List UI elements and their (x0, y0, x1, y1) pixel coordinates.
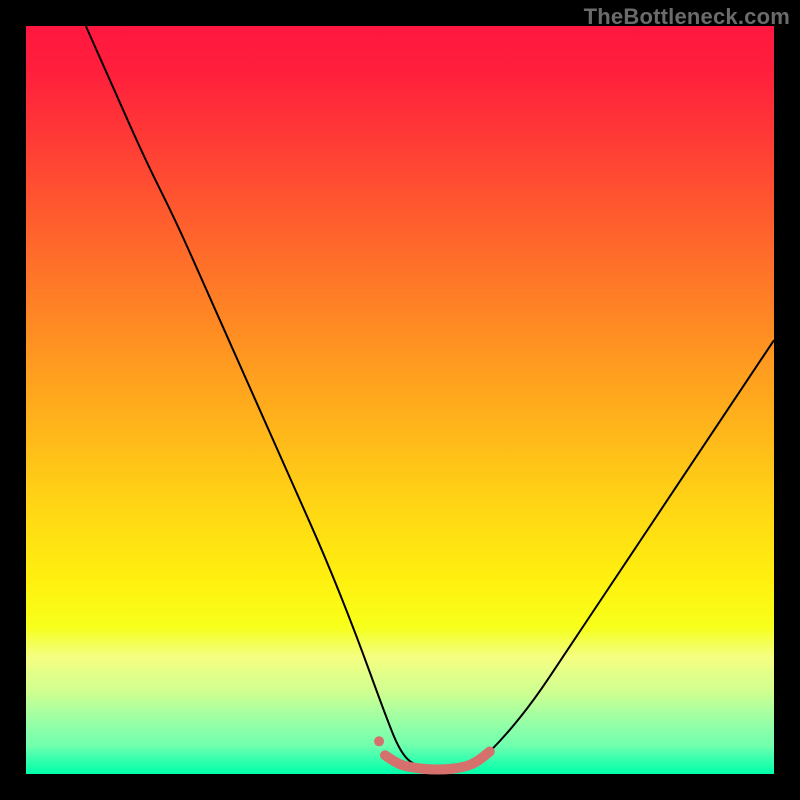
chart-frame: TheBottleneck.com (0, 0, 800, 800)
bottom-markers (374, 736, 490, 769)
bottom-segment (385, 752, 490, 770)
plot-area (26, 26, 774, 774)
curve-layer (26, 26, 774, 774)
bottom-dot (374, 736, 384, 746)
right-curve (445, 340, 774, 770)
left-curve (86, 26, 445, 770)
